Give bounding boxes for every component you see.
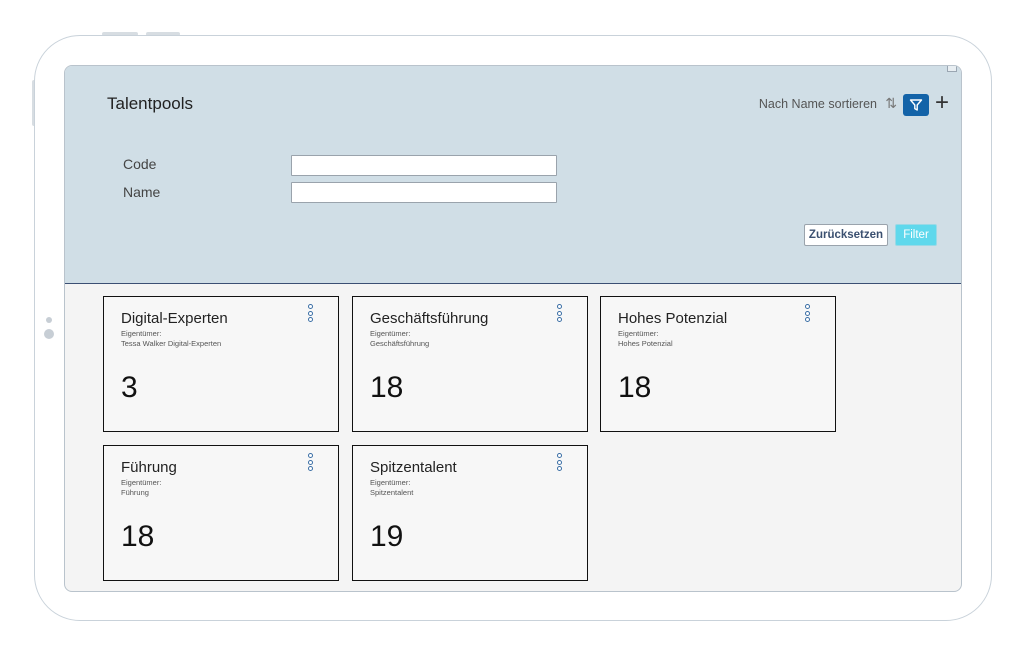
card-owner: Hohes Potenzial: [618, 339, 673, 348]
add-button[interactable]: +: [935, 89, 949, 117]
talent-pool-card[interactable]: Geschäftsführung Eigentümer: Geschäftsfü…: [352, 296, 588, 432]
code-input[interactable]: [291, 155, 557, 176]
code-label: Code: [123, 156, 157, 172]
card-owner-label: Eigentümer:: [121, 329, 162, 338]
name-label: Name: [123, 184, 161, 200]
card-owner-label: Eigentümer:: [121, 478, 162, 487]
card-owner-label: Eigentümer:: [370, 329, 411, 338]
card-count: 18: [618, 371, 652, 404]
card-owner: Geschäftsführung: [370, 339, 430, 348]
card-title: Digital-Experten: [121, 310, 228, 327]
talent-pool-card[interactable]: Digital-Experten Eigentümer: Tessa Walke…: [103, 296, 339, 432]
more-options-icon[interactable]: [556, 304, 562, 324]
card-owner: Führung: [121, 488, 149, 497]
more-options-icon[interactable]: [307, 304, 313, 324]
apply-filter-button[interactable]: Filter: [895, 224, 937, 246]
talent-pool-card[interactable]: Führung Eigentümer: Führung 18: [103, 445, 339, 581]
sort-arrows-icon[interactable]: ⇅: [885, 95, 897, 112]
card-count: 18: [121, 520, 155, 553]
card-owner-label: Eigentümer:: [370, 478, 411, 487]
card-owner: Tessa Walker Digital-Experten: [121, 339, 222, 348]
camera-lens: [44, 329, 54, 339]
card-count: 18: [370, 371, 404, 404]
filter-toggle-button[interactable]: [903, 94, 929, 116]
filter-panel: Talentpools Nach Name sortieren ⇅ + Code…: [65, 66, 961, 284]
page-title: Talentpools: [107, 94, 194, 113]
funnel-icon: [909, 99, 923, 111]
sort-button[interactable]: Nach Name sortieren: [759, 97, 877, 111]
card-title: Führung: [121, 459, 177, 476]
card-title: Geschäftsführung: [370, 310, 489, 327]
app-screen: Talentpools Nach Name sortieren ⇅ + Code…: [64, 65, 962, 592]
camera-sensor: [46, 317, 52, 323]
card-count: 3: [121, 371, 138, 404]
corner-resize-icon: [947, 66, 957, 72]
card-title: Spitzentalent: [370, 459, 457, 476]
more-options-icon[interactable]: [556, 453, 562, 473]
plus-icon: +: [934, 89, 949, 116]
card-title: Hohes Potenzial: [618, 310, 728, 327]
card-owner-label: Eigentümer:: [618, 329, 659, 338]
talent-pool-card[interactable]: Spitzentalent Eigentümer: Spitzentalent …: [352, 445, 588, 581]
card-count: 19: [370, 520, 404, 553]
more-options-icon[interactable]: [307, 453, 313, 473]
reset-button[interactable]: Zurücksetzen: [804, 224, 888, 246]
more-options-icon[interactable]: [804, 304, 810, 324]
talent-pool-card[interactable]: Hohes Potenzial Eigentümer: Hohes Potenz…: [600, 296, 836, 432]
name-input[interactable]: [291, 182, 557, 203]
card-owner: Spitzentalent: [370, 488, 414, 497]
